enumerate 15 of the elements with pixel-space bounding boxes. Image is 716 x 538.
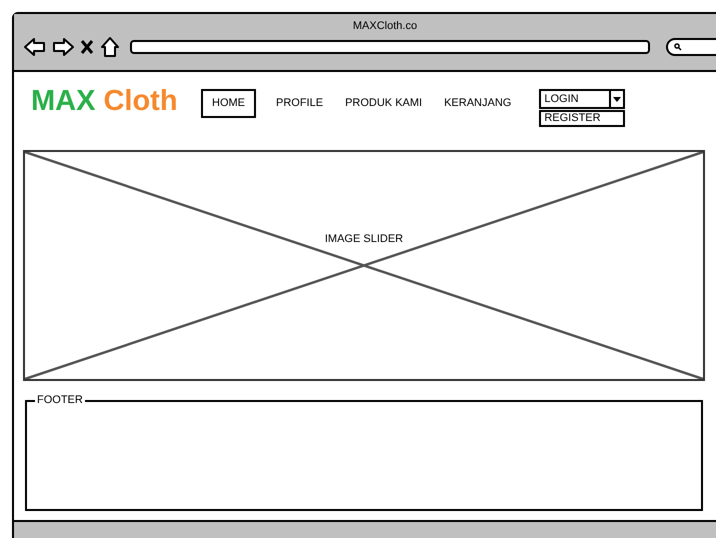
logo: MAX Cloth <box>30 84 179 118</box>
search-icon <box>674 43 682 51</box>
nav-tab[interactable]: KERANJANG <box>442 89 514 118</box>
dropdown-option[interactable]: REGISTER <box>539 110 626 127</box>
close-icon[interactable] <box>80 39 94 55</box>
nav-tab[interactable]: HOME <box>201 89 256 118</box>
address-field[interactable] <box>130 40 650 54</box>
window-title: MAXCloth.co <box>352 18 418 34</box>
login-dropdown[interactable]: LOGIN <box>539 89 626 109</box>
forward-icon[interactable] <box>52 37 74 57</box>
nav-tab[interactable]: PRODUK KAMI <box>343 89 424 118</box>
back-icon[interactable] <box>24 37 46 57</box>
dropdown-value: LOGIN <box>543 92 580 107</box>
nav-tab[interactable]: PROFILE <box>274 89 326 118</box>
search-field[interactable] <box>666 38 716 56</box>
